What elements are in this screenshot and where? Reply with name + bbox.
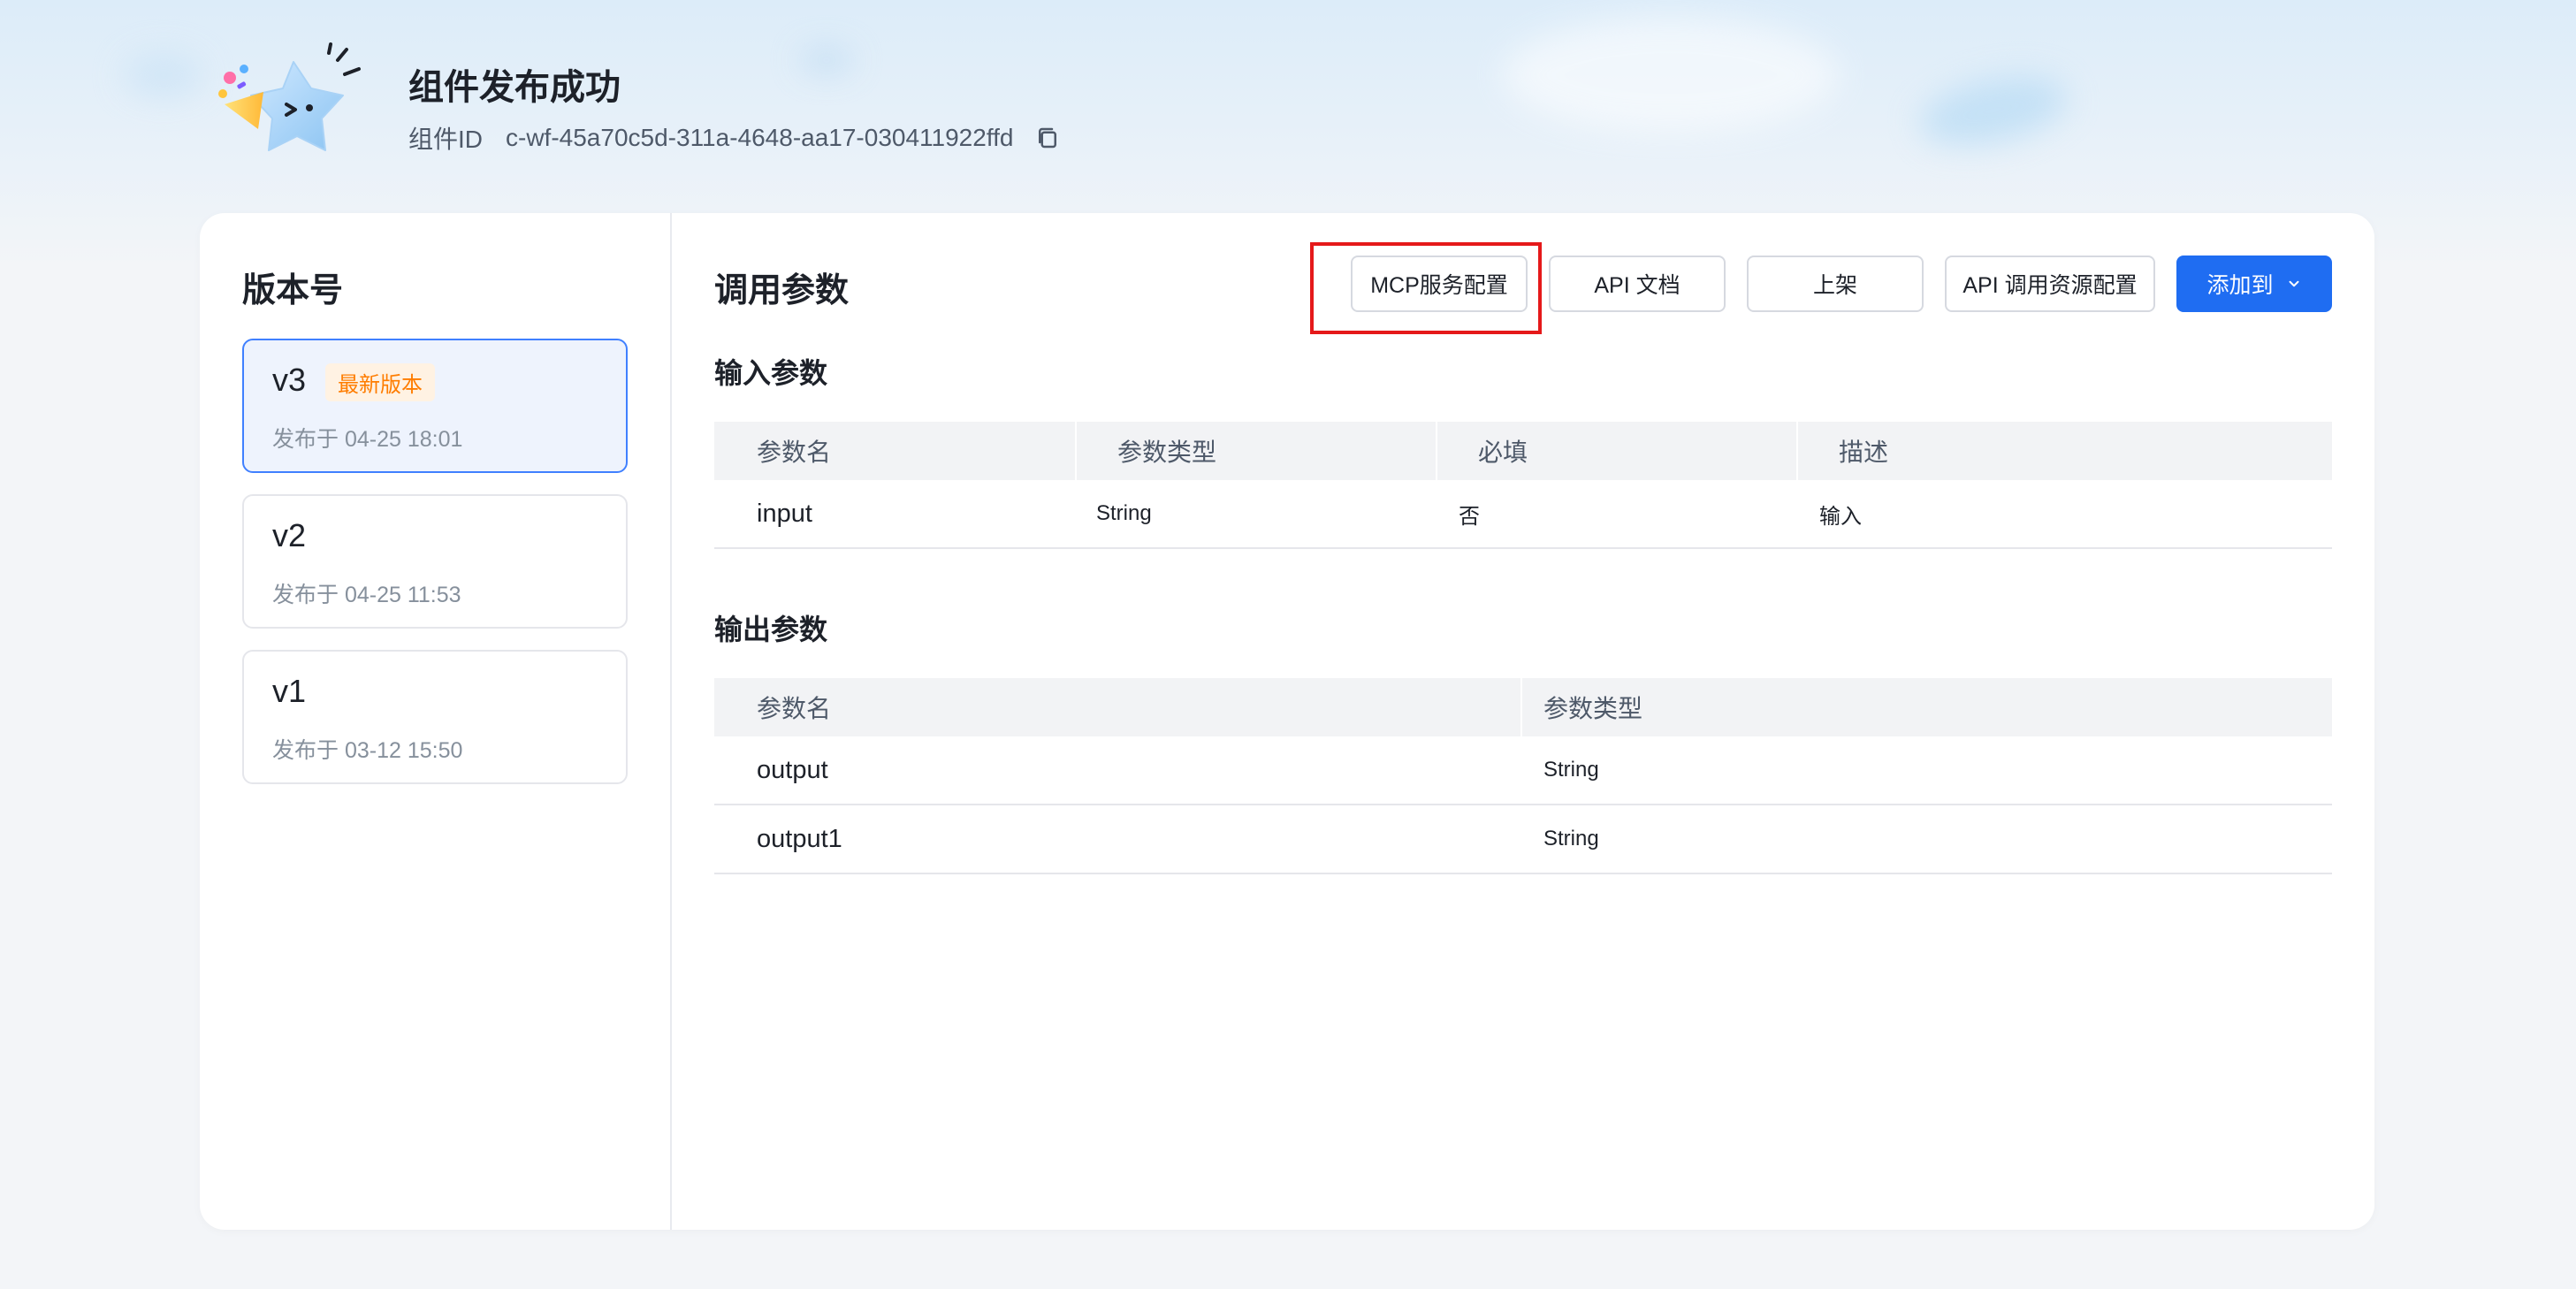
api-doc-button[interactable]: API 文档 <box>1549 256 1726 312</box>
param-name-cell: input <box>757 499 812 528</box>
version-card-v2[interactable]: v2 发布于 04-25 11:53 <box>242 494 628 629</box>
highlight-box <box>1310 242 1542 334</box>
decor-blob <box>124 53 203 97</box>
output-params-title: 输出参数 <box>714 614 828 645</box>
version-card-v1[interactable]: v1 发布于 03-12 15:50 <box>242 650 628 784</box>
publish-button[interactable]: 上架 <box>1747 256 1924 312</box>
param-description-cell: 输入 <box>1819 504 1862 529</box>
table-header: 参数名 参数类型 <box>714 678 2332 736</box>
page-title: 组件发布成功 <box>408 68 621 107</box>
call-params-title: 调用参数 <box>714 272 850 309</box>
chevron-down-icon <box>2289 280 2298 287</box>
latest-version-badge: 最新版本 <box>325 363 435 401</box>
column-header: 参数类型 <box>1520 678 2332 736</box>
add-to-button[interactable]: 添加到 <box>2176 256 2332 312</box>
panel-divider <box>670 213 672 1230</box>
party-star-mascot-icon <box>218 42 361 151</box>
param-type-cell: String <box>1543 758 1599 782</box>
version-date: 发布于 04-25 18:01 <box>272 427 463 452</box>
column-header: 参数名 <box>757 695 832 722</box>
param-required-cell: 否 <box>1459 504 1480 529</box>
version-card-v3[interactable]: v3 最新版本 发布于 04-25 18:01 <box>242 339 628 473</box>
component-id-label: 组件ID <box>408 126 484 153</box>
decor-blob <box>800 49 853 72</box>
version-name: v2 <box>272 517 307 553</box>
add-to-label: 添加到 <box>2206 273 2274 298</box>
column-header: 参数类型 <box>1075 422 1436 480</box>
table-header: 参数名 参数类型 必填 描述 <box>714 422 2332 480</box>
component-id-value: c-wf-45a70c5d-311a-4648-aa17-030411922ff… <box>506 124 1014 151</box>
api-resource-config-button[interactable]: API 调用资源配置 <box>1945 256 2155 312</box>
table-row: output String <box>714 736 2332 805</box>
param-name-cell: output <box>757 755 828 784</box>
decor-blob <box>1913 65 2074 156</box>
param-name-cell: output1 <box>757 824 842 853</box>
column-header: 描述 <box>1796 422 2332 480</box>
input-params-title: 输入参数 <box>714 357 828 389</box>
output-params-table: 参数名 参数类型 output String output1 String <box>714 678 2332 874</box>
column-header: 参数名 <box>757 439 832 466</box>
version-name: v3 <box>272 362 307 398</box>
table-row: output1 String <box>714 805 2332 874</box>
version-list-title: 版本号 <box>242 272 344 309</box>
column-header: 必填 <box>1436 422 1796 480</box>
version-name: v1 <box>272 673 307 709</box>
copy-icon[interactable] <box>1034 125 1061 151</box>
param-type-cell: String <box>1096 501 1152 525</box>
component-id-row: 组件ID c-wf-45a70c5d-311a-4648-aa17-030411… <box>408 120 1061 156</box>
input-params-table: 参数名 参数类型 必填 描述 input String 否 输入 <box>714 422 2332 549</box>
main-card: 版本号 v3 最新版本 发布于 04-25 18:01 v2 发布于 04-25… <box>200 213 2374 1230</box>
table-row: input String 否 输入 <box>714 480 2332 549</box>
version-date: 发布于 04-25 11:53 <box>272 583 461 607</box>
version-date: 发布于 03-12 15:50 <box>272 738 463 763</box>
decor-blob <box>1503 18 1839 133</box>
param-type-cell: String <box>1543 827 1599 850</box>
